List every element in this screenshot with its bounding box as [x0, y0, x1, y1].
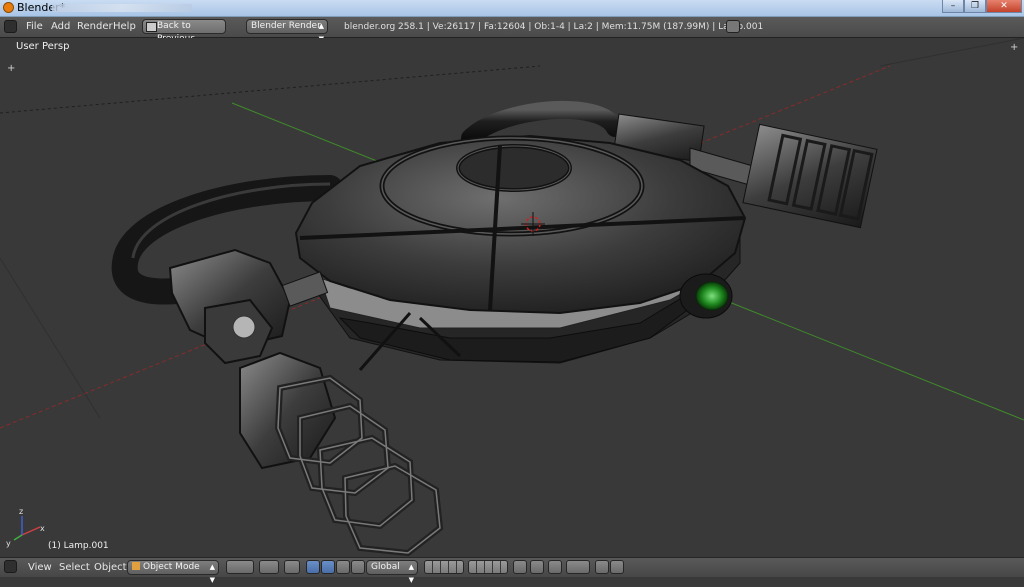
lock-camera-button[interactable] [513, 560, 527, 574]
scene-stats: blender.org 258.1 | Ve:26117 | Fa:12604 … [344, 22, 764, 32]
green-port [679, 273, 733, 319]
cube-icon [132, 562, 140, 570]
screen-icon [146, 22, 157, 32]
toolshelf-toggle-icon[interactable]: + [7, 64, 15, 74]
viewport-scene: x y z [0, 38, 1024, 557]
3d-view-header: View Select Object Object Mode ▲ ▼ Global… [0, 557, 1024, 584]
editor-type-icon[interactable] [4, 20, 17, 33]
menu-select[interactable]: Select [59, 562, 90, 573]
render-animation-button[interactable] [610, 560, 624, 574]
maximize-button[interactable]: ❐ [964, 0, 986, 13]
layers-group-1[interactable] [424, 560, 464, 574]
menu-view[interactable]: View [28, 562, 52, 573]
axis-gizmo: x y z [6, 507, 45, 548]
menu-file[interactable]: File [26, 21, 43, 32]
mode-label: Object Mode [143, 562, 200, 572]
menu-render[interactable]: Render [77, 21, 113, 32]
mode-arrows-icon: ▲ ▼ [209, 563, 215, 584]
menu-help[interactable]: Help [113, 21, 136, 32]
axis-y-label: y [6, 539, 11, 548]
active-object-label: (1) Lamp.001 [48, 541, 109, 551]
layers-group-2[interactable] [468, 560, 508, 574]
mode-select[interactable]: Object Mode ▲ ▼ [127, 560, 219, 584]
view-name: User Persp [16, 41, 70, 52]
rotate-manipulator-button[interactable] [321, 560, 335, 574]
orientation-label: Global [371, 562, 400, 572]
3d-viewport[interactable]: x y z User Persp + + (1) Lamp.001 [0, 38, 1024, 557]
scale-manipulator-button[interactable] [336, 560, 350, 574]
transform-orientation-select[interactable]: Global ▲ ▼ [366, 560, 418, 584]
menu-object[interactable]: Object [94, 562, 127, 573]
window-titlebar: Blender* – ❐ ✕ [0, 0, 1024, 17]
blender-logo-icon [3, 2, 14, 13]
axis-z-label: z [19, 507, 23, 516]
back-to-previous-button[interactable]: Back to Previous [142, 19, 226, 44]
snap-button[interactable] [351, 560, 365, 574]
render-engine-label: Blender Render [251, 21, 321, 31]
minimize-button[interactable]: – [942, 0, 964, 13]
proportional-edit-button[interactable] [530, 560, 544, 574]
manipulator-toggle-button[interactable] [284, 560, 300, 574]
snap-target-button[interactable] [548, 560, 562, 574]
fullscreen-toggle-icon[interactable] [726, 20, 740, 33]
orientation-arrows-icon: ▲ ▼ [408, 563, 414, 584]
render-opengl-button[interactable] [595, 560, 609, 574]
close-button[interactable]: ✕ [986, 0, 1022, 13]
pivot-point-button[interactable] [259, 560, 279, 574]
top-hose [461, 100, 624, 147]
left-cannon [239, 351, 444, 557]
axis-x-label: x [40, 524, 45, 533]
translate-manipulator-button[interactable] [306, 560, 320, 574]
window-title-redacted [52, 4, 192, 12]
left-joint-block [168, 248, 329, 365]
properties-toggle-icon[interactable]: + [1010, 43, 1018, 53]
render-engine-select[interactable]: Blender Render ▲▼ [246, 19, 328, 43]
info-header: File Add Render Help Back to Previous Bl… [0, 17, 1024, 44]
viewport-shading-button[interactable] [226, 560, 254, 574]
menu-add[interactable]: Add [51, 21, 70, 32]
editor-type-icon-bottom[interactable] [4, 560, 17, 573]
snap-element-select[interactable] [566, 560, 590, 574]
